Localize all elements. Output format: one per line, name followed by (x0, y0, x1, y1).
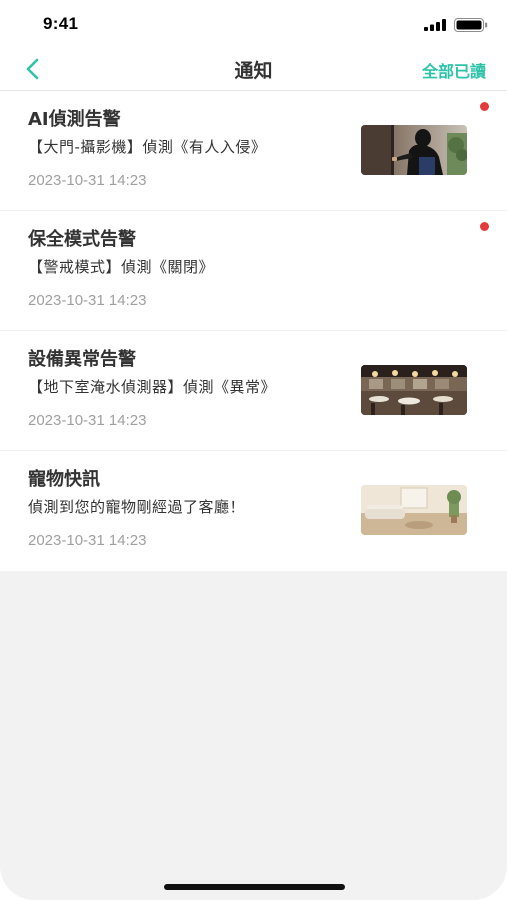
notification-title: 設備異常告警 (28, 349, 136, 370)
home-indicator[interactable] (164, 884, 345, 890)
signal-icon (424, 19, 446, 31)
notification-title: 保全模式告警 (28, 229, 136, 250)
status-time: 9:41 (43, 14, 79, 33)
mark-all-read-button[interactable]: 全部已讀 (422, 58, 486, 82)
status-bar: 9:41 (0, 0, 507, 48)
notification-item[interactable]: 設備異常告警 【地下室淹水偵測器】偵測《異常》 2023-10-31 14:23 (0, 331, 507, 451)
notification-list: AI偵測告警 【大門-攝影機】偵測《有人入侵》 2023-10-31 14:23 (0, 91, 507, 571)
notification-timestamp: 2023-10-31 14:23 (28, 532, 147, 549)
notifications-screen: 9:41 通知 全部已讀 AI偵測告警 【大門-攝影機】偵測《有人入侵》 202… (0, 0, 507, 900)
notification-description: 【大門-攝影機】偵測《有人入侵》 (28, 138, 267, 156)
living-room-image[interactable] (361, 485, 467, 535)
restaurant-interior-image[interactable] (361, 365, 467, 415)
notification-title: AI偵測告警 (28, 109, 121, 130)
unread-dot (480, 222, 489, 231)
nav-bar: 通知 全部已讀 (0, 48, 507, 91)
notification-description: 【警戒模式】偵測《關閉》 (28, 258, 215, 276)
unread-dot (480, 102, 489, 111)
intruder-at-door-image[interactable] (361, 125, 467, 175)
notification-item[interactable]: 保全模式告警 【警戒模式】偵測《關閉》 2023-10-31 14:23 (0, 211, 507, 331)
notification-description: 偵測到您的寵物剛經過了客廳！ (28, 498, 246, 516)
notification-timestamp: 2023-10-31 14:23 (28, 172, 147, 189)
notification-description: 【地下室淹水偵測器】偵測《異常》 (28, 378, 277, 396)
notification-timestamp: 2023-10-31 14:23 (28, 412, 147, 429)
battery-icon (454, 18, 488, 32)
notification-title: 寵物快訊 (28, 469, 100, 490)
notification-item[interactable]: 寵物快訊 偵測到您的寵物剛經過了客廳！ 2023-10-31 14:23 (0, 451, 507, 571)
notification-item[interactable]: AI偵測告警 【大門-攝影機】偵測《有人入侵》 2023-10-31 14:23 (0, 91, 507, 211)
notification-timestamp: 2023-10-31 14:23 (28, 292, 147, 309)
